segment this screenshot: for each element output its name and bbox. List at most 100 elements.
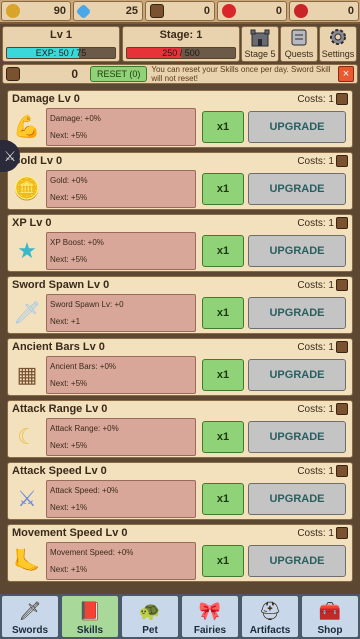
quests-nav-label: Quests (284, 49, 314, 59)
exp-bar: EXP: 50 / 75 (6, 47, 116, 59)
ancient-bar-icon (336, 341, 348, 353)
skill-current-stat: Attack Speed: +0% (50, 486, 119, 495)
skill-points-count: 0 (71, 67, 78, 81)
skill-card: Gold Lv 0 Costs: 1 🪙 Gold: +0% Next: +5%… (7, 152, 353, 210)
multiplier-button[interactable]: x1 (202, 297, 244, 329)
upgrade-button[interactable]: UPGRADE (248, 111, 346, 143)
skill-body: 🗡 Sword Spawn Lv: +0 Next: +1 x1 UPGRADE (8, 293, 352, 333)
ancient-bar-icon: ▦ (16, 362, 38, 387)
upgrade-button[interactable]: UPGRADE (248, 235, 346, 267)
skill-costs: Costs: 1 (297, 403, 348, 415)
stage-nav-button[interactable]: Stage 5 (241, 26, 279, 62)
multiplier-button[interactable]: x1 (202, 173, 244, 205)
skill-next-stat: Next: +5% (50, 255, 88, 264)
tab-shop[interactable]: 🧰 Shop (301, 595, 359, 638)
ancient-bar-icon (336, 93, 348, 105)
multiplier-button[interactable]: x1 (202, 235, 244, 267)
skill-info: XP Boost: +0% Next: +5% (46, 232, 196, 270)
exp-text: EXP: 50 / 75 (35, 48, 87, 58)
level-title: Lv 1 (49, 29, 72, 41)
tab-fairies[interactable]: 🎀 Fairies (181, 595, 239, 638)
skill-card: Attack Speed Lv 0 Costs: 1 ⚔ Attack Spee… (7, 462, 353, 520)
skill-body: ▦ Ancient Bars: +0% Next: +5% x1 UPGRADE (8, 355, 352, 395)
skill-header: Ancient Bars Lv 0 Costs: 1 (8, 339, 352, 355)
stage-title: Stage: 1 (159, 29, 203, 41)
tab-skills[interactable]: 📕 Skills (61, 595, 119, 638)
skill-current-stat: Damage: +0% (50, 114, 101, 123)
skill-current-stat: Attack Range: +0% (50, 424, 119, 433)
skill-costs-label: Costs: 1 (297, 279, 334, 291)
upgrade-button[interactable]: UPGRADE (248, 421, 346, 453)
quest-scroll-icon (291, 29, 307, 46)
multiplier-button[interactable]: x1 (202, 359, 244, 391)
crescent-blade-icon: ☾ (17, 424, 37, 449)
skill-title: Sword Spawn Lv 0 (12, 279, 110, 291)
tab-label: Swords (11, 625, 49, 636)
upgrade-button[interactable]: UPGRADE (248, 297, 346, 329)
skill-header: Sword Spawn Lv 0 Costs: 1 (8, 277, 352, 293)
skill-costs-label: Costs: 1 (297, 155, 334, 167)
star-icon: ★ (17, 238, 37, 263)
skill-header: Movement Speed Lv 0 Costs: 1 (8, 525, 352, 541)
multiplier-button[interactable]: x1 (202, 483, 244, 515)
skill-costs-label: Costs: 1 (297, 93, 334, 105)
resource-gems: 25 (73, 1, 143, 21)
apple-icon (222, 4, 236, 18)
reset-skills-button[interactable]: RESET (0) (90, 66, 148, 82)
skill-info: Movement Speed: +0% Next: +1% (46, 542, 196, 580)
skill-card: Ancient Bars Lv 0 Costs: 1 ▦ Ancient Bar… (7, 338, 353, 396)
skill-costs: Costs: 1 (297, 341, 348, 353)
multiplier-button[interactable]: x1 (202, 111, 244, 143)
skill-costs: Costs: 1 (297, 279, 348, 291)
close-button[interactable]: × (338, 66, 354, 82)
helmet-icon: ⛑ (258, 601, 282, 621)
upgrade-button[interactable]: UPGRADE (248, 545, 346, 577)
tab-swords[interactable]: 🗡 Swords (1, 595, 59, 638)
ancient-bar-icon (6, 67, 20, 81)
skill-next-stat: Next: +5% (50, 379, 88, 388)
resource-orbs: 0 (289, 1, 359, 21)
foot-icon: 🦶 (13, 548, 41, 573)
castle-icon (250, 29, 270, 47)
multiplier-button[interactable]: x1 (202, 421, 244, 453)
skill-costs-label: Costs: 1 (297, 403, 334, 415)
skill-info: Sword Spawn Lv: +0 Next: +1 (46, 294, 196, 332)
ribbon-icon: 🎀 (198, 601, 222, 621)
skill-card: XP Lv 0 Costs: 1 ★ XP Boost: +0% Next: +… (7, 214, 353, 272)
skill-title: Attack Range Lv 0 (12, 403, 108, 415)
settings-nav-label: Settings (321, 49, 355, 59)
skill-costs: Costs: 1 (297, 93, 348, 105)
skill-info: Gold: +0% Next: +5% (46, 170, 196, 208)
level-panel: Lv 1 EXP: 50 / 75 (2, 26, 120, 62)
stage-hp-text: 250 / 500 (162, 48, 200, 58)
skill-current-stat: XP Boost: +0% (50, 238, 104, 247)
skill-title: Movement Speed Lv 0 (12, 527, 128, 539)
resource-apples: 0 (217, 1, 287, 21)
tab-artifacts[interactable]: ⛑ Artifacts (241, 595, 299, 638)
sword-spawn-icon: 🗡 (13, 300, 41, 325)
skill-costs: Costs: 1 (297, 527, 348, 539)
upgrade-button[interactable]: UPGRADE (248, 359, 346, 391)
skill-next-stat: Next: +1% (50, 565, 88, 574)
reset-note: You can reset your Skills once per day. … (151, 65, 331, 83)
skill-body: ★ XP Boost: +0% Next: +5% x1 UPGRADE (8, 231, 352, 271)
gear-icon (330, 29, 346, 45)
skill-body: ☾ Attack Range: +0% Next: +5% x1 UPGRADE (8, 417, 352, 457)
skill-current-stat: Movement Speed: +0% (50, 548, 134, 557)
settings-nav-button[interactable]: Settings (319, 26, 357, 62)
skill-header: Gold Lv 0 Costs: 1 (8, 153, 352, 169)
quests-nav-button[interactable]: Quests (280, 26, 318, 62)
ancient-bar-icon (336, 403, 348, 415)
multiplier-button[interactable]: x1 (202, 545, 244, 577)
skill-costs: Costs: 1 (297, 155, 348, 167)
tab-label: Pet (142, 625, 158, 636)
resource-gold: 90 (1, 1, 71, 21)
skill-title: Damage Lv 0 (12, 93, 80, 105)
skill-info: Damage: +0% Next: +5% (46, 108, 196, 146)
skill-body: 🪙 Gold: +0% Next: +5% x1 UPGRADE (8, 169, 352, 209)
upgrade-button[interactable]: UPGRADE (248, 483, 346, 515)
tab-pet[interactable]: 🐢 Pet (121, 595, 179, 638)
stage-panel: Stage: 1 250 / 500 (122, 26, 240, 62)
orbs-value: 0 (347, 5, 354, 17)
upgrade-button[interactable]: UPGRADE (248, 173, 346, 205)
